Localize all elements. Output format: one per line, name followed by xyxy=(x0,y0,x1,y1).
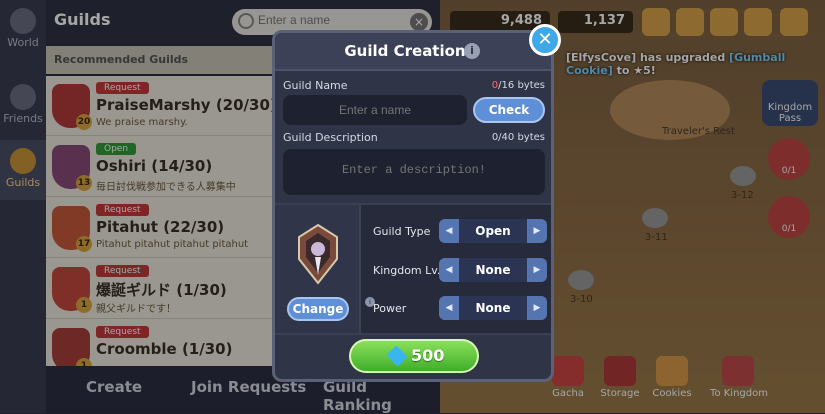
gem-icon xyxy=(386,345,408,367)
modal-title-bar: Guild Creation i xyxy=(275,33,551,71)
arrow-left-icon[interactable]: ◀ xyxy=(439,219,459,243)
arrow-right-icon[interactable]: ▶ xyxy=(527,258,547,282)
power-selector: ◀ None ▶ xyxy=(439,296,547,320)
arrow-right-icon[interactable]: ▶ xyxy=(527,219,547,243)
close-button[interactable]: ✕ xyxy=(529,24,561,56)
power-value: None xyxy=(459,296,527,320)
kingdom-level-selector: ◀ None ▶ xyxy=(439,258,547,282)
guild-settings-panel: Change Guild Type ◀ Open ▶ Kingdom Lv. ◀… xyxy=(275,203,551,335)
guild-description-label: Guild Description xyxy=(283,131,378,144)
guild-creation-modal: Guild Creation i Guild Name 0/16 bytes C… xyxy=(272,30,554,382)
guild-name-label: Guild Name xyxy=(283,79,348,92)
create-guild-button[interactable]: 500 xyxy=(349,339,479,373)
guild-type-label: Guild Type xyxy=(373,225,431,238)
name-bytes-limit: /16 bytes xyxy=(498,80,545,91)
change-emblem-button[interactable]: Change xyxy=(287,297,349,321)
guild-type-value: Open xyxy=(459,219,527,243)
info-icon[interactable]: i xyxy=(464,43,480,59)
create-cost: 500 xyxy=(411,346,445,365)
check-button[interactable]: Check xyxy=(473,97,545,123)
guild-emblem-icon xyxy=(298,223,338,285)
arrow-left-icon[interactable]: ◀ xyxy=(439,258,459,282)
name-byte-counter: 0/16 bytes xyxy=(461,80,545,91)
kingdom-level-label: Kingdom Lv. xyxy=(373,264,441,277)
guild-type-selector: ◀ Open ▶ xyxy=(439,219,547,243)
emblem-area: Change xyxy=(275,205,361,333)
modal-title: Guild Creation xyxy=(344,42,466,60)
guild-name-input[interactable] xyxy=(283,95,467,125)
guild-description-input[interactable] xyxy=(283,149,545,195)
arrow-right-icon[interactable]: ▶ xyxy=(527,296,547,320)
arrow-left-icon[interactable]: ◀ xyxy=(439,296,459,320)
description-byte-counter: 0/40 bytes xyxy=(491,132,545,143)
power-label: Power xyxy=(373,302,407,315)
kingdom-level-value: None xyxy=(459,258,527,282)
